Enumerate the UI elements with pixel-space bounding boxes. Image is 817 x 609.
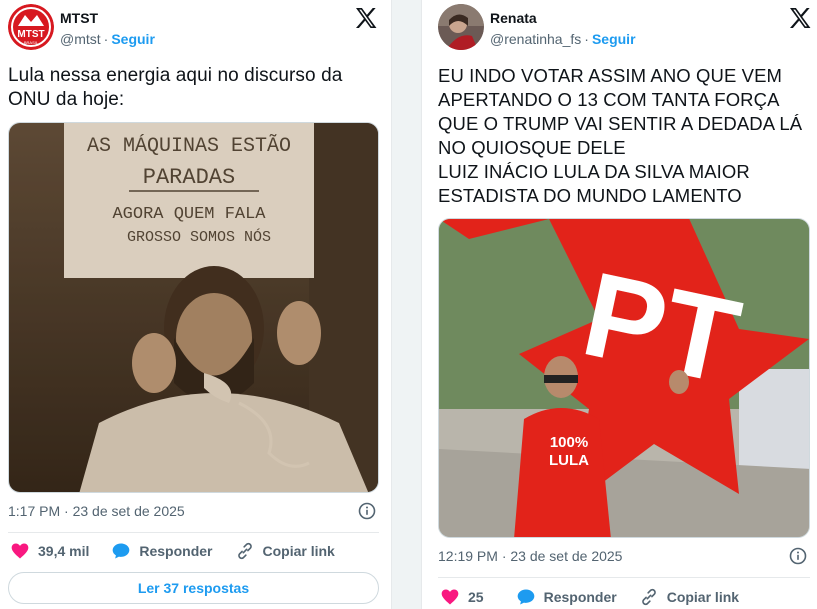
tweet-text-line: NO QUIOSQUE DELE	[438, 137, 626, 158]
tweet-header: Renata @renatinha_fs · Seguir	[438, 4, 811, 50]
divider	[438, 577, 810, 578]
tweet-photo[interactable]: PT 100% LULA	[438, 218, 810, 538]
heart-icon	[11, 543, 29, 559]
follow-button[interactable]: Seguir	[592, 31, 636, 47]
info-icon[interactable]	[789, 547, 807, 565]
reply-button[interactable]: Responder	[516, 587, 617, 607]
like-count: 39,4 mil	[38, 543, 90, 559]
copy-link-label: Copiar link	[666, 589, 740, 605]
reply-bubble-icon	[113, 543, 130, 559]
tweet-actions: 25 Responder Copiar link	[440, 587, 761, 607]
copy-link-button[interactable]: Copiar link	[235, 541, 335, 561]
tweet-text-line: ESTADISTA DO MUNDO LAMENTO	[438, 185, 742, 206]
separator-dot: ·	[103, 31, 109, 47]
user-handle[interactable]: @renatinha_fs	[490, 31, 581, 47]
tweet-header: MTST BRASIL MTST @mtst · Seguir	[8, 4, 383, 50]
link-icon	[641, 588, 656, 606]
avatar[interactable]: MTST BRASIL	[8, 4, 54, 50]
user-handle[interactable]: @mtst	[60, 31, 101, 47]
display-name[interactable]: Renata	[490, 9, 636, 27]
tweet-text-line: EU INDO VOTAR ASSIM ANO QUE VEM	[438, 65, 783, 86]
info-icon[interactable]	[358, 502, 376, 520]
like-button[interactable]: 39,4 mil	[10, 541, 89, 561]
x-logo-icon[interactable]	[355, 8, 377, 28]
tweet-text-line: QUE O TRUMP VAI SENTIR A DEDADA LÁ	[438, 113, 803, 134]
divider	[8, 532, 379, 533]
display-name[interactable]: MTST	[60, 9, 155, 27]
tweet-card-renata: Renata @renatinha_fs · Seguir EU INDO VOTA…	[421, 0, 817, 609]
avatar-text: MTST	[17, 29, 44, 40]
tweet-card-mtst: MTST BRASIL MTST @mtst · Seguir Lula nessa…	[0, 0, 392, 609]
x-logo-icon[interactable]	[789, 8, 811, 28]
tweet-text-line: APERTANDO O 13 COM TANTA FORÇA	[438, 89, 780, 110]
reply-label: Responder	[543, 589, 617, 605]
copy-link-label: Copiar link	[262, 543, 335, 559]
copy-link-button[interactable]: Copiar link	[639, 587, 739, 607]
tweet-timestamp[interactable]: 12:19 PM · 23 de set de 2025	[438, 548, 622, 564]
tweet-text-line: LUIZ INÁCIO LULA DA SILVA MAIOR	[438, 161, 750, 182]
like-button[interactable]: 25	[440, 587, 484, 607]
shirt-text-2: LULA	[549, 452, 589, 469]
tweet-text: EU INDO VOTAR ASSIM ANO QUE VEM APERTAND…	[438, 64, 813, 208]
reply-bubble-icon	[517, 589, 534, 605]
read-replies-button[interactable]: Ler 37 respostas	[8, 572, 379, 604]
follow-button[interactable]: Seguir	[111, 31, 155, 47]
reply-label: Responder	[139, 543, 213, 559]
tweet-photo[interactable]: AS MÁQUINAS ESTÃO PARADAS AGORA QUEM FAL…	[8, 122, 379, 493]
tweet-timestamp[interactable]: 1:17 PM · 23 de set de 2025	[8, 503, 185, 519]
heart-icon	[441, 589, 459, 605]
like-count: 25	[468, 589, 484, 605]
shirt-text-1: 100%	[550, 434, 588, 451]
link-icon	[237, 542, 252, 560]
separator-dot: ·	[584, 31, 589, 47]
avatar[interactable]	[438, 4, 484, 50]
tweet-text: Lula nessa energia aqui no discurso da O…	[8, 65, 343, 110]
avatar-subtext: BRASIL	[24, 40, 39, 45]
tweet-actions: 39,4 mil Responder Copiar link	[10, 541, 357, 561]
reply-button[interactable]: Responder	[111, 541, 213, 561]
